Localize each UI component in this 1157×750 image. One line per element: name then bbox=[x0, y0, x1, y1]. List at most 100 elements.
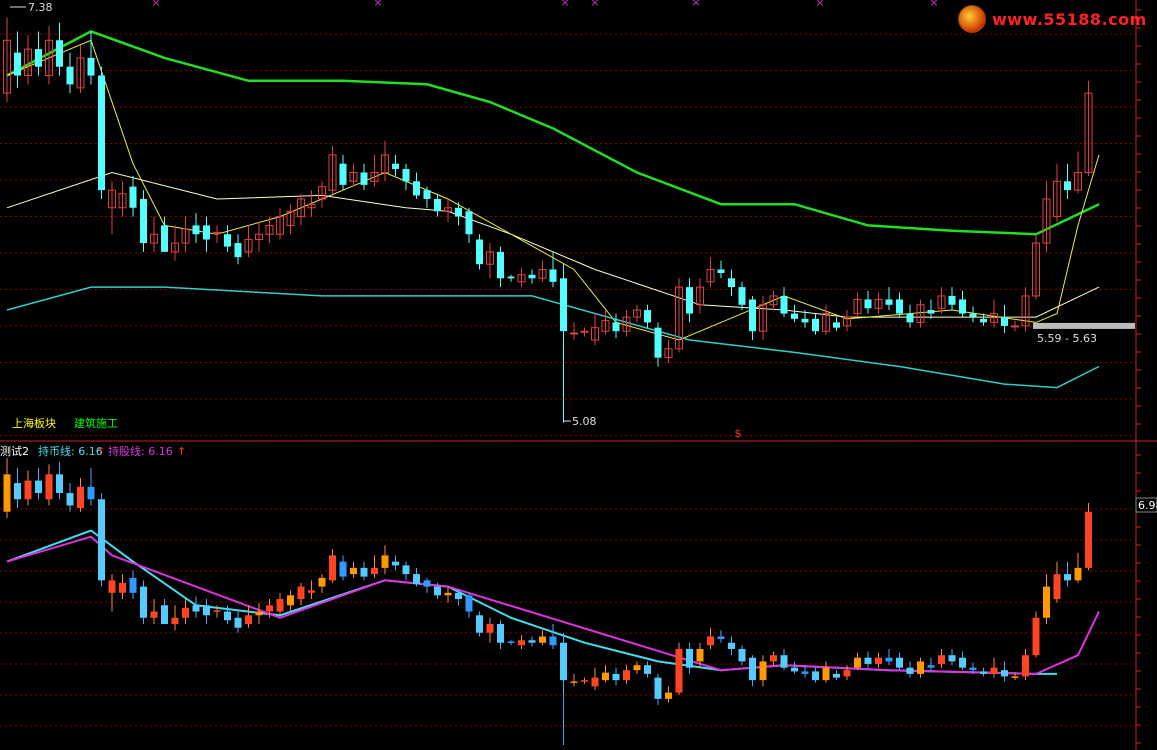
indicator-bar-down bbox=[35, 480, 42, 494]
indicator-bar-up bbox=[917, 661, 924, 674]
candle-body-down bbox=[791, 313, 798, 319]
indicator-bar-up bbox=[150, 611, 158, 618]
indicator-bar-up bbox=[623, 670, 630, 681]
top-marker-icon: × bbox=[151, 0, 160, 9]
indicator-bar-down bbox=[192, 605, 200, 612]
sector-value: 建筑施工 bbox=[74, 416, 118, 430]
candle-body-down bbox=[423, 190, 431, 199]
chart-svg[interactable]: × × × × × × × 7.38 5.08 5.59 - 5.63 上海板块 建筑施工 $ 测试2 持币… bbox=[0, 0, 1157, 750]
candle-body-down bbox=[161, 225, 168, 252]
candle-body-down bbox=[980, 318, 987, 323]
indicator-name: 测试2 bbox=[0, 445, 29, 458]
indicator-bar-up bbox=[759, 661, 767, 681]
site-logo[interactable]: www.55188.com bbox=[958, 5, 1147, 33]
indicator-bar-down bbox=[234, 617, 242, 628]
top-marker-icon: × bbox=[691, 0, 700, 9]
indicator-bar-down bbox=[455, 592, 462, 600]
indicator-bar-down bbox=[980, 671, 987, 674]
top-marker-icon: × bbox=[590, 0, 599, 9]
indicator-bar-down bbox=[161, 605, 168, 625]
high-price-label: 7.38 bbox=[28, 1, 53, 14]
indicator-bar-down bbox=[56, 474, 63, 494]
indicator-bar-down bbox=[87, 486, 95, 500]
candle-body-down bbox=[654, 327, 662, 358]
indicator-bar-down bbox=[203, 605, 210, 616]
indicator-bar-down bbox=[749, 657, 756, 681]
candle-body-down bbox=[812, 318, 819, 332]
indicator-bar-down bbox=[549, 636, 557, 646]
indicator-bar-up bbox=[1074, 567, 1082, 581]
candle-body-down bbox=[56, 40, 63, 67]
indicator-bar-up bbox=[24, 480, 32, 500]
candle-body-down bbox=[434, 198, 441, 212]
candle-body-down bbox=[864, 299, 872, 309]
candle-body-down bbox=[1001, 317, 1008, 326]
signal-marker-icon: $ bbox=[735, 427, 742, 440]
indicator-bar-up bbox=[1011, 676, 1019, 678]
range-label: 5.59 - 5.63 bbox=[1037, 332, 1097, 345]
indicator-bar-down bbox=[612, 673, 620, 681]
candle-body-down bbox=[413, 181, 420, 196]
indicator-bar-up bbox=[45, 474, 53, 500]
indicator-bar-down bbox=[465, 595, 473, 612]
indicator-bar-down bbox=[948, 655, 956, 662]
candle-body-down bbox=[644, 310, 651, 323]
indicator-bar-up bbox=[591, 677, 599, 687]
indicator-bar-up bbox=[1053, 574, 1061, 600]
indicator-bar-up bbox=[297, 586, 305, 600]
candle-body-down bbox=[728, 278, 735, 288]
indicator-bar-up bbox=[318, 577, 326, 587]
indicator-bar-up bbox=[570, 681, 578, 683]
candle-body-down bbox=[507, 276, 515, 279]
indicator-bar-up bbox=[633, 665, 641, 671]
indicator-bar-down bbox=[896, 657, 903, 668]
candle-body-down bbox=[896, 299, 903, 314]
indicator-bar-up bbox=[119, 582, 126, 593]
indicator-bar-up bbox=[990, 667, 998, 674]
indicator-bar-down bbox=[1064, 574, 1071, 581]
candle-body-down bbox=[885, 299, 893, 305]
candle-body-down bbox=[476, 239, 483, 265]
indicator-bar-down bbox=[224, 611, 231, 621]
indicator-bar-down bbox=[959, 657, 966, 668]
indicator-bar-up bbox=[707, 636, 714, 646]
candle-body-down bbox=[959, 299, 966, 314]
candle-body-down bbox=[455, 207, 462, 217]
candle-body-down bbox=[465, 211, 473, 235]
price-tag: 6.98 bbox=[1138, 499, 1157, 512]
indicator-bar-up bbox=[171, 617, 179, 625]
indicator-bar-down bbox=[507, 641, 515, 643]
indicator-bar-down bbox=[791, 667, 798, 672]
low-price-label: 5.08 bbox=[572, 415, 597, 428]
indicator-bar-down bbox=[969, 667, 977, 671]
indicator-bar-up bbox=[875, 657, 882, 664]
candle-body-down bbox=[801, 318, 809, 323]
indicator-bar-up bbox=[1043, 586, 1050, 618]
indicator-bar-up bbox=[581, 680, 588, 682]
indicator-bar-up bbox=[518, 640, 525, 646]
indicator-bar-up bbox=[266, 605, 273, 612]
indicator-bar-down bbox=[885, 657, 893, 662]
overlay-ma_long bbox=[6, 30, 1100, 236]
indicator-bar-up bbox=[843, 670, 851, 677]
candle-body-down bbox=[738, 287, 746, 305]
indicator-bar-down bbox=[423, 580, 431, 587]
top-marker-icon: × bbox=[373, 0, 382, 9]
indicator-bar-up bbox=[675, 648, 683, 693]
indicator-bar-up bbox=[1032, 617, 1040, 656]
indicator-bar-down bbox=[864, 657, 872, 664]
indicator-bar-down bbox=[728, 642, 735, 649]
indicator-bar-up bbox=[255, 611, 263, 616]
candle-body-down bbox=[339, 163, 347, 185]
candle-body-down bbox=[717, 269, 725, 274]
candle-body-down bbox=[560, 278, 567, 332]
indicator-bar-down bbox=[528, 640, 536, 643]
indicator-bar-up bbox=[213, 610, 221, 612]
indicator-bar-up bbox=[287, 595, 294, 606]
candle-body-down bbox=[392, 163, 399, 169]
indicator-bar-up bbox=[854, 657, 861, 668]
indicator-bar-down bbox=[654, 677, 662, 699]
candle-body-down bbox=[129, 186, 137, 208]
candle-body-down bbox=[1064, 181, 1071, 191]
indicator-bar-up bbox=[350, 567, 357, 575]
